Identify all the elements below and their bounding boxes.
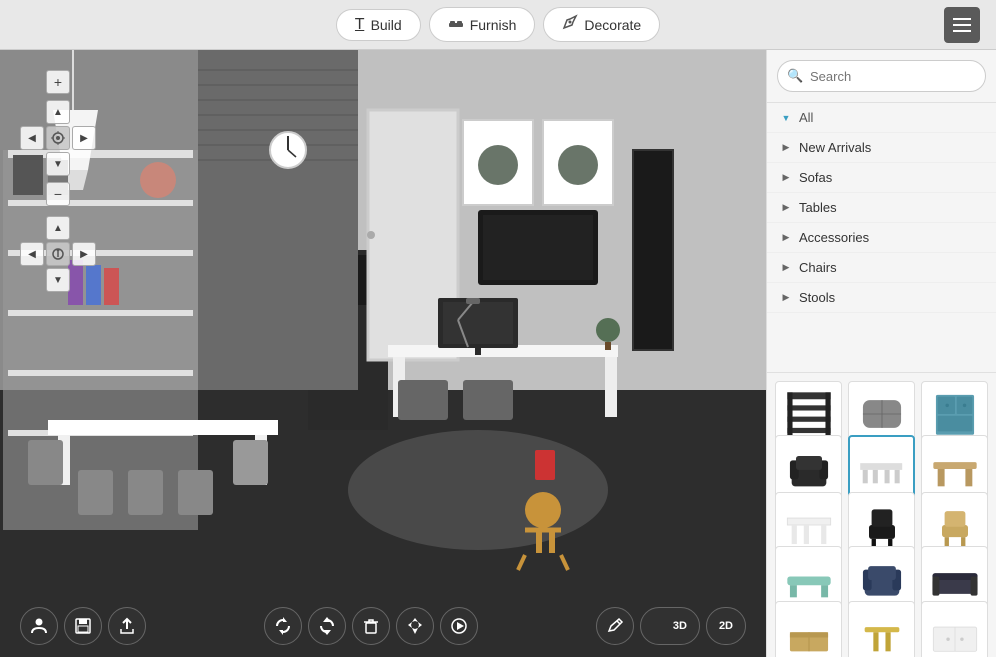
- orbit-left-button[interactable]: ◀: [20, 242, 44, 266]
- category-new-arrivals-label: New Arrivals: [799, 140, 871, 155]
- category-new-arrivals-arrow: ▶: [779, 141, 793, 155]
- category-accessories[interactable]: ▶ Accessories: [767, 223, 996, 253]
- menu-button[interactable]: [944, 7, 980, 43]
- view-3d-button[interactable]: 3D: [640, 607, 700, 645]
- search-wrapper: 🔍: [777, 60, 986, 92]
- zoom-in-button[interactable]: +: [46, 70, 70, 94]
- menu-line: [953, 24, 971, 26]
- 2d-label: 2D: [719, 620, 733, 632]
- rotate-right-button[interactable]: ▶: [72, 126, 96, 150]
- product-white-sideboard[interactable]: [921, 601, 988, 657]
- category-chairs[interactable]: ▶ Chairs: [767, 253, 996, 283]
- furnish-label: Furnish: [470, 17, 517, 33]
- view-2d-button[interactable]: 2D: [706, 607, 746, 645]
- delete-button[interactable]: [352, 607, 390, 645]
- category-accessories-label: Accessories: [799, 230, 869, 245]
- right-controls: 3D 2D: [596, 607, 746, 645]
- search-icon: 🔍: [787, 68, 803, 84]
- rotate-down-button[interactable]: ▼: [46, 152, 70, 176]
- orbit-right-button[interactable]: ▶: [72, 242, 96, 266]
- scene: [0, 50, 766, 657]
- zoom-out-button[interactable]: −: [46, 182, 70, 206]
- category-all-arrow: ▼: [779, 111, 793, 125]
- category-chairs-label: Chairs: [799, 260, 837, 275]
- category-all-label: All: [799, 110, 813, 125]
- search-container: 🔍: [767, 50, 996, 103]
- category-tables-arrow: ▶: [779, 201, 793, 215]
- category-new-arrivals[interactable]: ▶ New Arrivals: [767, 133, 996, 163]
- right-panel: 🔍 ▼ All ▶ New Arrivals ▶ Sofas ▶ Tables: [766, 50, 996, 657]
- category-all[interactable]: ▼ All: [767, 103, 996, 133]
- top-toolbar: T̲ Build Furnish Decorate: [0, 0, 996, 50]
- rotate-up-button[interactable]: ▲: [46, 100, 70, 124]
- decorate-button[interactable]: Decorate: [543, 7, 660, 42]
- category-accessories-arrow: ▶: [779, 231, 793, 245]
- 3d-label: 3D: [673, 620, 687, 632]
- orbit-center-button[interactable]: [46, 242, 70, 266]
- decorate-label: Decorate: [584, 17, 641, 33]
- decorate-icon: [562, 14, 578, 35]
- category-tree: ▼ All ▶ New Arrivals ▶ Sofas ▶ Tables ▶ …: [767, 103, 996, 373]
- 3d-icon: [653, 618, 669, 634]
- left-controls: [20, 607, 146, 645]
- nav-controls: + ▲ ◀ ▶ ▼ − ▲ ◀ ▶ ▼: [20, 70, 96, 292]
- bottom-toolbar: 3D 2D: [0, 607, 766, 645]
- search-input[interactable]: [777, 60, 986, 92]
- category-stools-label: Stools: [799, 290, 835, 305]
- rotate-object-button[interactable]: [264, 607, 302, 645]
- save-button[interactable]: [64, 607, 102, 645]
- category-sofas-arrow: ▶: [779, 171, 793, 185]
- category-sofas-label: Sofas: [799, 170, 832, 185]
- build-icon: T̲: [355, 16, 365, 34]
- menu-line: [953, 30, 971, 32]
- play-button[interactable]: [440, 607, 478, 645]
- product-grid: [767, 373, 996, 657]
- product-wooden-box[interactable]: [775, 601, 842, 657]
- rotate-cw-button[interactable]: [308, 607, 346, 645]
- furnish-button[interactable]: Furnish: [429, 7, 536, 42]
- person-button[interactable]: [20, 607, 58, 645]
- rotate-left-button[interactable]: ◀: [20, 126, 44, 150]
- main-layout: + ▲ ◀ ▶ ▼ − ▲ ◀ ▶ ▼: [0, 50, 996, 657]
- orbit-up-button[interactable]: ▲: [46, 216, 70, 240]
- orbit-down-button[interactable]: ▼: [46, 268, 70, 292]
- build-button[interactable]: T̲ Build: [336, 9, 421, 41]
- menu-line: [953, 18, 971, 20]
- category-chairs-arrow: ▶: [779, 261, 793, 275]
- rotate-center-button[interactable]: [46, 126, 70, 150]
- viewport[interactable]: + ▲ ◀ ▶ ▼ − ▲ ◀ ▶ ▼: [0, 50, 766, 657]
- furnish-icon: [448, 14, 464, 35]
- scene-svg: [0, 50, 766, 657]
- category-sofas[interactable]: ▶ Sofas: [767, 163, 996, 193]
- category-tables[interactable]: ▶ Tables: [767, 193, 996, 223]
- move-button[interactable]: [396, 607, 434, 645]
- share-button[interactable]: [108, 607, 146, 645]
- center-controls: [264, 607, 478, 645]
- category-tables-label: Tables: [799, 200, 837, 215]
- category-stools[interactable]: ▶ Stools: [767, 283, 996, 313]
- product-gold-table[interactable]: [848, 601, 915, 657]
- build-label: Build: [371, 17, 402, 33]
- category-stools-arrow: ▶: [779, 291, 793, 305]
- edit-button[interactable]: [596, 607, 634, 645]
